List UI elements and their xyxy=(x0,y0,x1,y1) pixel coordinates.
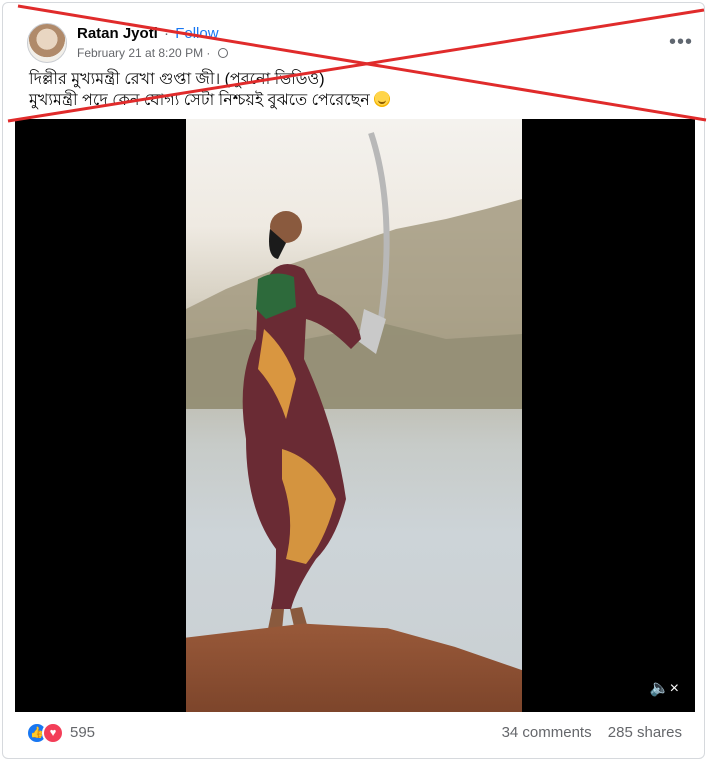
comments-count[interactable]: 34 comments xyxy=(502,724,592,741)
video-frame xyxy=(186,119,522,712)
globe-icon xyxy=(217,48,228,58)
author-name[interactable]: Ratan Jyoti xyxy=(77,25,158,42)
post-text-line-1: দিল্লীর মুখ্যমন্ত্রী রেখা গুপ্তা জী। (পু… xyxy=(29,71,325,88)
more-options-icon[interactable]: ••• xyxy=(669,31,693,54)
post-timestamp[interactable]: February 21 at 8:20 PM xyxy=(77,46,203,60)
reaction-count[interactable]: 595 xyxy=(70,724,95,741)
speaker-muted-icon[interactable]: 🔈× xyxy=(650,678,679,698)
post-text: দিল্লীর মুখ্যমন্ত্রী রেখা গুপ্তা জী। (পু… xyxy=(29,69,679,111)
smiling-face-emoji-icon xyxy=(373,91,390,107)
post-text-line-2-wrap: মুখ্যমন্ত্রী পদে কেন যোগ্য সেটা নিশ্চয়ই… xyxy=(29,90,679,111)
meta-separator: · xyxy=(206,46,211,60)
woman-with-sword-figure xyxy=(242,132,390,644)
engagement-stats: 34 comments 285 shares xyxy=(490,724,682,741)
author-line: Ratan Jyoti · Follow xyxy=(77,25,219,42)
post-stats-bar: 👍 ♥ 595 34 comments 285 shares xyxy=(26,720,686,744)
post-header: Ratan Jyoti · Follow February 21 at 8:20… xyxy=(27,21,692,65)
post-text-line-2: মুখ্যমন্ত্রী পদে কেন যোগ্য সেটা নিশ্চয়ই… xyxy=(29,92,370,109)
author-avatar[interactable] xyxy=(27,23,67,63)
shares-count[interactable]: 285 shares xyxy=(608,724,682,741)
follow-link[interactable]: Follow xyxy=(175,25,218,42)
love-reaction-icon[interactable]: ♥ xyxy=(42,722,64,744)
post-meta: February 21 at 8:20 PM · xyxy=(77,46,228,60)
separator-dot: · xyxy=(164,25,170,42)
video-player[interactable]: 🔈× xyxy=(15,119,695,712)
